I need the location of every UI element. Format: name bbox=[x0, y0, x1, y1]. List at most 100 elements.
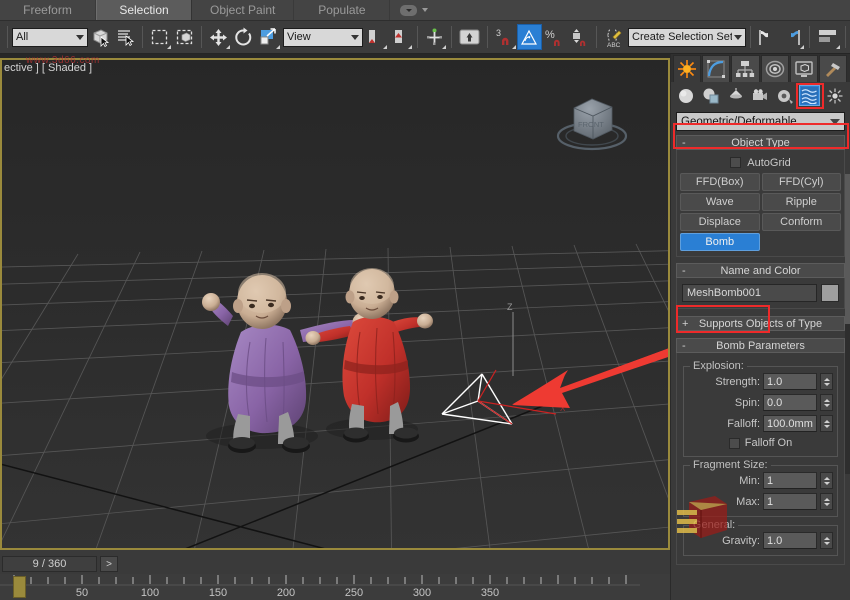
named-selection-set-combo[interactable]: Create Selection Set bbox=[628, 28, 746, 47]
window-crossing-button[interactable] bbox=[172, 24, 197, 50]
autogrid-row[interactable]: AutoGrid bbox=[680, 154, 841, 171]
flyout-corner-icon[interactable] bbox=[442, 45, 446, 49]
select-object-button[interactable] bbox=[88, 24, 113, 50]
edit-named-selection-sets-button[interactable]: ABC bbox=[601, 24, 626, 50]
category-dropdown[interactable]: Geometric/Deformable bbox=[676, 112, 845, 131]
ribbon-spacer bbox=[438, 0, 850, 20]
chevron-down-icon[interactable] bbox=[76, 35, 84, 40]
rollout-header-object-type[interactable]: - Object Type bbox=[676, 135, 845, 150]
ribbon-tab-object-paint[interactable]: Object Paint bbox=[192, 0, 294, 20]
object-type-button-ffd-box[interactable]: FFD(Box) bbox=[680, 173, 760, 191]
modify-tab[interactable] bbox=[702, 55, 730, 82]
align-flyout-button[interactable] bbox=[780, 24, 805, 50]
param-input-gravity[interactable]: 1.0 bbox=[763, 532, 817, 549]
object-type-button-ffd-cyl[interactable]: FFD(Cyl) bbox=[762, 173, 842, 191]
object-color-swatch[interactable] bbox=[821, 284, 839, 302]
object-name-input[interactable]: MeshBomb001 bbox=[682, 284, 817, 302]
flyout-corner-icon[interactable] bbox=[226, 45, 230, 49]
cameras-subtab[interactable] bbox=[750, 85, 771, 106]
manage-layers-button[interactable] bbox=[456, 24, 483, 50]
flyout-corner-icon[interactable] bbox=[276, 45, 280, 49]
rollout-header-supports-objects[interactable]: + Supports Objects of Type bbox=[676, 316, 845, 331]
viewcube[interactable]: FRONT bbox=[550, 86, 634, 154]
snaps-toggle-button[interactable]: 3 bbox=[492, 24, 517, 50]
rollout-toggle-icon[interactable]: + bbox=[682, 318, 688, 330]
param-input-strength[interactable]: 1.0 bbox=[763, 373, 817, 390]
flyout-corner-icon[interactable] bbox=[167, 45, 171, 49]
dropdown-pill-icon[interactable] bbox=[400, 5, 417, 16]
systems-subtab[interactable] bbox=[824, 85, 845, 106]
chevron-down-icon[interactable] bbox=[734, 35, 742, 40]
next-frame-button[interactable]: > bbox=[100, 556, 118, 572]
use-selection-center-button[interactable] bbox=[388, 24, 413, 50]
flyout-corner-icon[interactable] bbox=[836, 45, 840, 49]
object-type-button-wave[interactable]: Wave bbox=[680, 193, 760, 211]
object-type-button-conform[interactable]: Conform bbox=[762, 213, 842, 231]
ribbon-tab-freeform[interactable]: Freeform bbox=[0, 0, 96, 20]
lights-subtab[interactable] bbox=[725, 85, 746, 106]
rectangular-select-region-button[interactable] bbox=[147, 24, 172, 50]
spinner-strength[interactable] bbox=[820, 373, 833, 390]
param-input-min[interactable]: 1 bbox=[763, 472, 817, 489]
falloff-on-row[interactable]: Falloff On bbox=[688, 435, 833, 451]
rollout-toggle-icon[interactable]: - bbox=[682, 340, 686, 352]
display-tab[interactable] bbox=[790, 55, 818, 82]
param-input-max[interactable]: 1 bbox=[763, 493, 817, 510]
flyout-corner-icon[interactable] bbox=[800, 45, 804, 49]
utilities-tab[interactable] bbox=[819, 55, 847, 82]
time-slider-handle[interactable] bbox=[13, 576, 26, 598]
object-type-button-bomb[interactable]: Bomb bbox=[680, 233, 760, 251]
chevron-down-icon[interactable] bbox=[422, 8, 428, 12]
flyout-corner-icon[interactable] bbox=[408, 45, 412, 49]
autogrid-checkbox[interactable] bbox=[730, 157, 741, 168]
percent-snap-toggle-button[interactable]: % bbox=[542, 24, 567, 50]
spinner-max[interactable] bbox=[820, 493, 833, 510]
selection-filter-combo[interactable]: All bbox=[12, 28, 88, 47]
select-and-move-button[interactable] bbox=[206, 24, 231, 50]
chevron-down-icon[interactable] bbox=[351, 35, 359, 40]
select-by-name-button[interactable] bbox=[113, 24, 138, 50]
object-type-button-ripple[interactable]: Ripple bbox=[762, 193, 842, 211]
object-type-button-displace[interactable]: Displace bbox=[680, 213, 760, 231]
curve-editor-button[interactable] bbox=[814, 24, 841, 50]
align-button[interactable] bbox=[422, 24, 447, 50]
use-pivot-point-center-button[interactable] bbox=[363, 24, 388, 50]
select-and-rotate-button[interactable] bbox=[231, 24, 256, 50]
frame-indicator[interactable]: 9 / 360 bbox=[2, 556, 97, 572]
reference-coordinate-system-combo[interactable]: View bbox=[283, 28, 363, 47]
spinner-falloff[interactable] bbox=[820, 415, 833, 432]
flyout-corner-icon[interactable] bbox=[512, 45, 516, 49]
spinner-gravity[interactable] bbox=[820, 532, 833, 549]
shapes-subtab[interactable] bbox=[701, 85, 722, 106]
rollout-toggle-icon[interactable]: - bbox=[682, 137, 686, 149]
toolbar-separator bbox=[142, 26, 143, 48]
flyout-corner-icon[interactable] bbox=[383, 45, 387, 49]
hierarchy-tab[interactable] bbox=[731, 55, 759, 82]
falloff-on-checkbox[interactable] bbox=[729, 438, 740, 449]
ribbon-tab-selection[interactable]: Selection bbox=[96, 0, 192, 20]
chevron-down-icon[interactable] bbox=[830, 119, 840, 125]
ribbon-tab-populate[interactable]: Populate bbox=[294, 0, 390, 20]
motion-tab[interactable] bbox=[761, 55, 789, 82]
timeline-ruler[interactable]: 50 100 150 200 250 300 350 bbox=[0, 574, 670, 600]
selection-filter-value: All bbox=[16, 31, 74, 43]
geometry-subtab[interactable] bbox=[676, 85, 697, 106]
rollout-toggle-icon[interactable]: - bbox=[682, 265, 686, 277]
create-tab[interactable] bbox=[673, 55, 701, 82]
rollout-header-bomb-parameters[interactable]: - Bomb Parameters bbox=[676, 338, 845, 353]
param-label-min: Min: bbox=[739, 475, 760, 487]
space-warps-subtab[interactable] bbox=[799, 85, 820, 106]
param-input-spin[interactable]: 0.0 bbox=[763, 394, 817, 411]
rollout-header-name-and-color[interactable]: - Name and Color bbox=[676, 263, 845, 278]
command-panel-scrollbar[interactable] bbox=[845, 174, 850, 474]
angle-snap-toggle-button[interactable] bbox=[517, 24, 542, 50]
spinner-snap-toggle-button[interactable] bbox=[567, 24, 592, 50]
mirror-button[interactable] bbox=[755, 24, 780, 50]
param-input-falloff[interactable]: 100.0mm bbox=[763, 415, 817, 432]
viewport-perspective[interactable]: Z X bbox=[0, 54, 670, 550]
spinner-min[interactable] bbox=[820, 472, 833, 489]
select-and-scale-button[interactable] bbox=[256, 24, 281, 50]
helpers-subtab[interactable] bbox=[775, 85, 796, 106]
ribbon-menu-group[interactable] bbox=[390, 0, 438, 20]
spinner-spin[interactable] bbox=[820, 394, 833, 411]
